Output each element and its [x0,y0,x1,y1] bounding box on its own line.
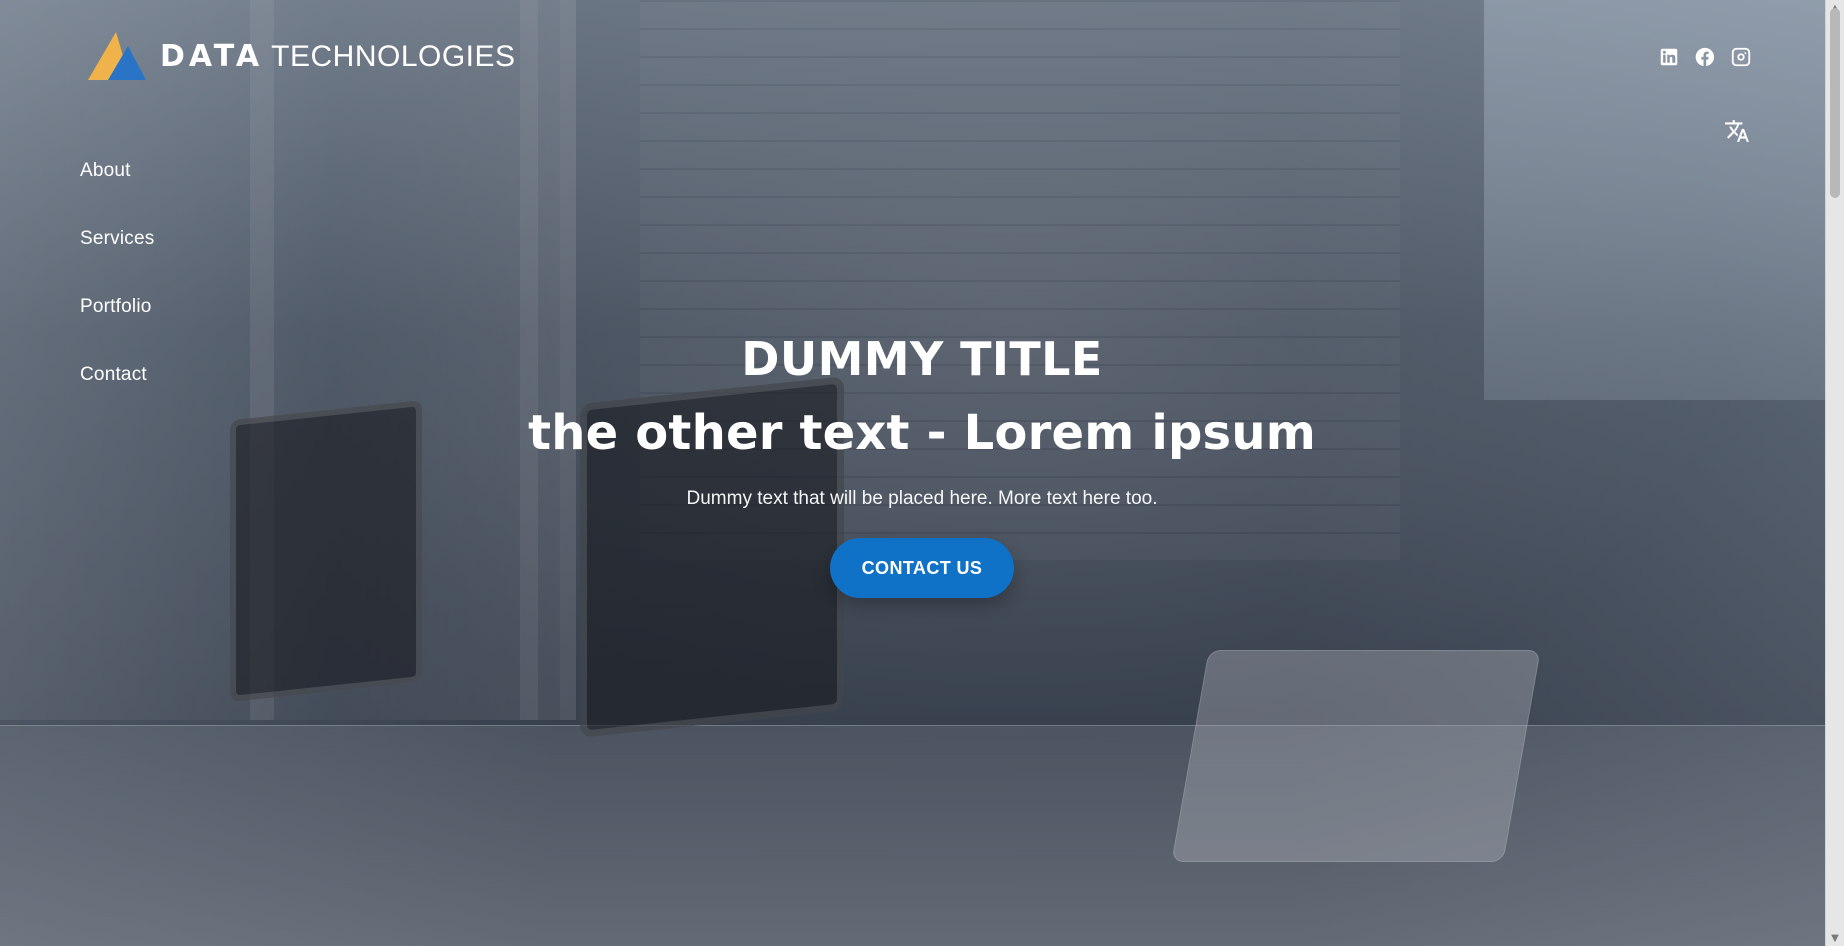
hero-section: DUMMY TITLE the other text - Lorem ipsum… [0,332,1844,599]
logo-text-technologies: TECHNOLOGIES [271,39,516,73]
logo-wordmark: DATA TECHNOLOGIES [160,39,516,74]
page-scrollbar[interactable]: ▲ ▼ [1825,0,1844,946]
scroll-down-icon[interactable]: ▼ [1826,930,1844,946]
translate-icon[interactable] [1724,118,1750,144]
logo-mark-icon [80,28,148,84]
nav-item-services[interactable]: Services [80,228,154,250]
social-links [1658,46,1752,68]
facebook-icon[interactable] [1694,46,1716,68]
hero-title: DUMMY TITLE [741,332,1103,386]
contact-us-button[interactable]: CONTACT US [829,538,1015,599]
scroll-thumb[interactable] [1830,8,1840,198]
hero-subtitle: the other text - Lorem ipsum [528,405,1316,461]
page: DATA TECHNOLOGIES About Services Portfol [0,0,1844,946]
brand-logo[interactable]: DATA TECHNOLOGIES [80,28,516,84]
nav-item-portfolio[interactable]: Portfolio [80,296,152,318]
nav-item-about[interactable]: About [80,160,131,182]
linkedin-icon[interactable] [1658,46,1680,68]
logo-text-data: DATA [160,38,264,74]
hero-description: Dummy text that will be placed here. Mor… [686,488,1158,510]
instagram-icon[interactable] [1730,46,1752,68]
